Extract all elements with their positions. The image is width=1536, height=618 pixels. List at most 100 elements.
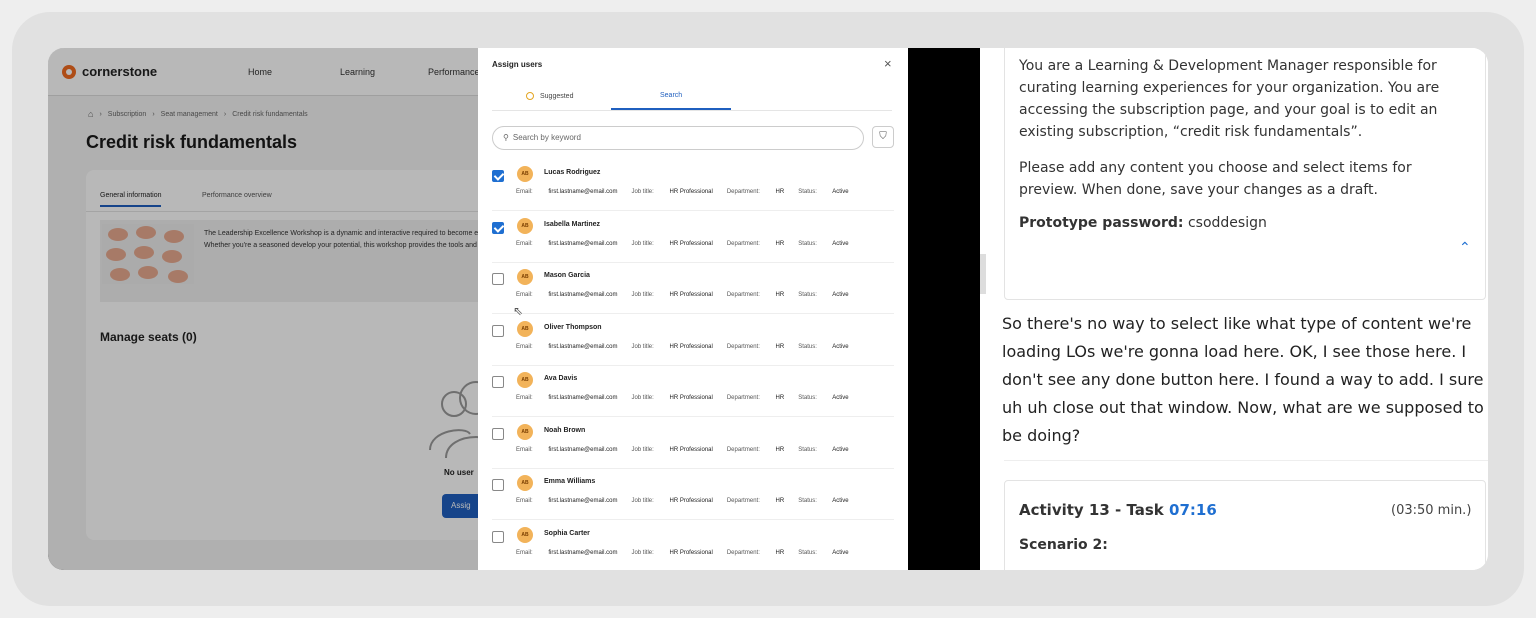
activity-title: Activity 13 - Task 07:16: [1019, 501, 1217, 519]
avatar: AB: [517, 217, 533, 234]
search-icon: ⚲: [503, 133, 509, 142]
user-job: Job title: HR Professional: [631, 446, 713, 453]
activity-duration: (03:50 min.): [1391, 503, 1472, 518]
scenario-box: You are a Learning & Development Manager…: [1004, 48, 1486, 300]
prototype-password: Prototype password: csoddesign: [1019, 215, 1267, 231]
user-name: Lucas Rodriguez: [544, 169, 601, 176]
user-job: Job title: HR Professional: [631, 292, 713, 298]
password-value: csoddesign: [1187, 215, 1267, 231]
filter-icon[interactable]: ⛉: [872, 126, 894, 148]
user-email: Email: first.lastname@email.com: [516, 498, 618, 504]
close-icon[interactable]: ×: [884, 56, 892, 71]
user-checkbox[interactable]: [492, 479, 504, 491]
user-status: Status: Active: [798, 446, 849, 453]
user-name: Noah Brown: [544, 426, 586, 434]
search-input[interactable]: ⚲ Search by keyword: [492, 126, 864, 150]
user-status: Status: Active: [798, 240, 849, 247]
assign-users-modal: Assign users × Suggested Search ⚲ Search …: [478, 48, 908, 570]
avatar: AB: [517, 475, 533, 491]
user-checkbox[interactable]: [492, 273, 504, 285]
avatar: AB: [517, 269, 533, 285]
user-department: Department: HR: [726, 343, 785, 350]
avatar: AB: [517, 423, 533, 440]
avatar: AB: [517, 166, 533, 182]
user-department: Department: HR: [726, 446, 785, 453]
password-label: Prototype password:: [1019, 215, 1184, 231]
scenario-instructions: Please add any content you choose and se…: [1019, 160, 1412, 198]
divider: [1004, 460, 1488, 461]
user-status: Status: Active: [798, 498, 849, 504]
user-email: Email: first.lastname@email.com: [516, 292, 618, 298]
activity-title-text: Activity 13 - Task: [1019, 501, 1164, 519]
user-department: Department: HR: [726, 549, 785, 556]
search-placeholder: Search by keyword: [512, 133, 581, 142]
user-name: Isabella Martinez: [544, 220, 601, 228]
user-row[interactable]: AB Mason Garcia Email: first.lastname@emai…: [492, 263, 894, 314]
user-department: Department: HR: [726, 395, 785, 401]
user-row[interactable]: AB Emma Williams Email: first.lastname@ema…: [492, 469, 894, 520]
resize-handle[interactable]: [980, 254, 986, 294]
user-name: Sophia Carter: [544, 529, 590, 537]
tab-suggested[interactable]: Suggested: [526, 92, 573, 100]
user-row[interactable]: AB Noah Brown Email: first.lastname@email.…: [492, 418, 894, 469]
user-status: Status: Active: [798, 395, 849, 401]
user-meta: Email: first.lastname@email.com Job title…: [516, 292, 863, 298]
user-row[interactable]: AB Ava Davis Email: first.lastname@email.c…: [492, 366, 894, 417]
user-row[interactable]: AB Isabella Martinez Email: first.lastname…: [492, 212, 894, 263]
user-email: Email: first.lastname@email.com: [516, 343, 618, 350]
transcript-text: So there's no way to select like what ty…: [1002, 314, 1484, 445]
user-status: Status: Active: [798, 189, 849, 195]
user-meta: Email: first.lastname@email.com Job title…: [516, 447, 863, 453]
video-player[interactable]: cornerstone Home Learning Performance ⌂ …: [48, 48, 980, 570]
user-checkbox[interactable]: [492, 324, 504, 337]
session-card: cornerstone Home Learning Performance ⌂ …: [48, 48, 1488, 570]
user-name: Mason Garcia: [544, 272, 590, 279]
mouse-cursor-icon: ⇖: [513, 304, 524, 318]
user-row[interactable]: AB Lucas Rodriguez Email: first.lastname@e…: [492, 160, 894, 211]
user-email: Email: first.lastname@email.com: [516, 446, 618, 453]
user-job: Job title: HR Professional: [631, 343, 713, 350]
user-status: Status: Active: [798, 549, 849, 556]
chevron-up-icon[interactable]: ⌃: [1459, 239, 1471, 256]
user-checkbox[interactable]: [492, 530, 504, 543]
lightbulb-icon: [526, 92, 534, 100]
user-meta: Email: first.lastname@email.com Job title…: [516, 344, 863, 350]
user-email: Email: first.lastname@email.com: [516, 189, 618, 195]
user-status: Status: Active: [798, 292, 849, 298]
user-email: Email: first.lastname@email.com: [516, 549, 618, 556]
tab-search[interactable]: Search: [660, 92, 682, 99]
user-meta: Email: first.lastname@email.com Job title…: [516, 498, 863, 504]
active-tab-indicator: [611, 108, 731, 110]
activity-scenario: Scenario 2:: [1019, 537, 1108, 553]
avatar: AB: [517, 320, 533, 337]
user-department: Department: HR: [726, 292, 785, 298]
user-checkbox[interactable]: [492, 170, 504, 182]
user-job: Job title: HR Professional: [631, 549, 713, 556]
user-name: Oliver Thompson: [544, 323, 602, 331]
user-job: Job title: HR Professional: [631, 240, 713, 247]
user-checkbox[interactable]: [492, 376, 504, 388]
activity-timestamp[interactable]: 07:16: [1169, 501, 1217, 519]
activity-card[interactable]: Activity 13 - Task 07:16 (03:50 min.) Sc…: [1004, 480, 1486, 570]
user-email: Email: first.lastname@email.com: [516, 240, 618, 247]
avatar: AB: [517, 526, 533, 543]
scenario-text: You are a Learning & Development Manager…: [1019, 58, 1440, 140]
user-meta: Email: first.lastname@email.com Job title…: [516, 189, 863, 195]
user-row[interactable]: AB Sophia Carter Email: first.lastname@ema…: [492, 521, 894, 571]
tab-suggested-label: Suggested: [540, 92, 574, 100]
modal-overlay[interactable]: [48, 48, 478, 570]
user-department: Department: HR: [726, 189, 785, 195]
user-department: Department: HR: [726, 240, 785, 247]
user-checkbox[interactable]: [492, 427, 504, 440]
user-row[interactable]: AB Oliver Thompson Email: first.lastname@e…: [492, 315, 894, 366]
user-job: Job title: HR Professional: [631, 189, 713, 195]
user-checkbox[interactable]: [492, 221, 504, 234]
tabs-divider: [492, 110, 892, 111]
task-panel: You are a Learning & Development Manager…: [980, 48, 1488, 570]
avatar: AB: [517, 372, 533, 388]
user-name: Ava Davis: [544, 375, 578, 382]
user-name: Emma Williams: [544, 478, 596, 485]
user-status: Status: Active: [798, 343, 849, 350]
user-department: Department: HR: [726, 498, 785, 504]
user-email: Email: first.lastname@email.com: [516, 395, 618, 401]
